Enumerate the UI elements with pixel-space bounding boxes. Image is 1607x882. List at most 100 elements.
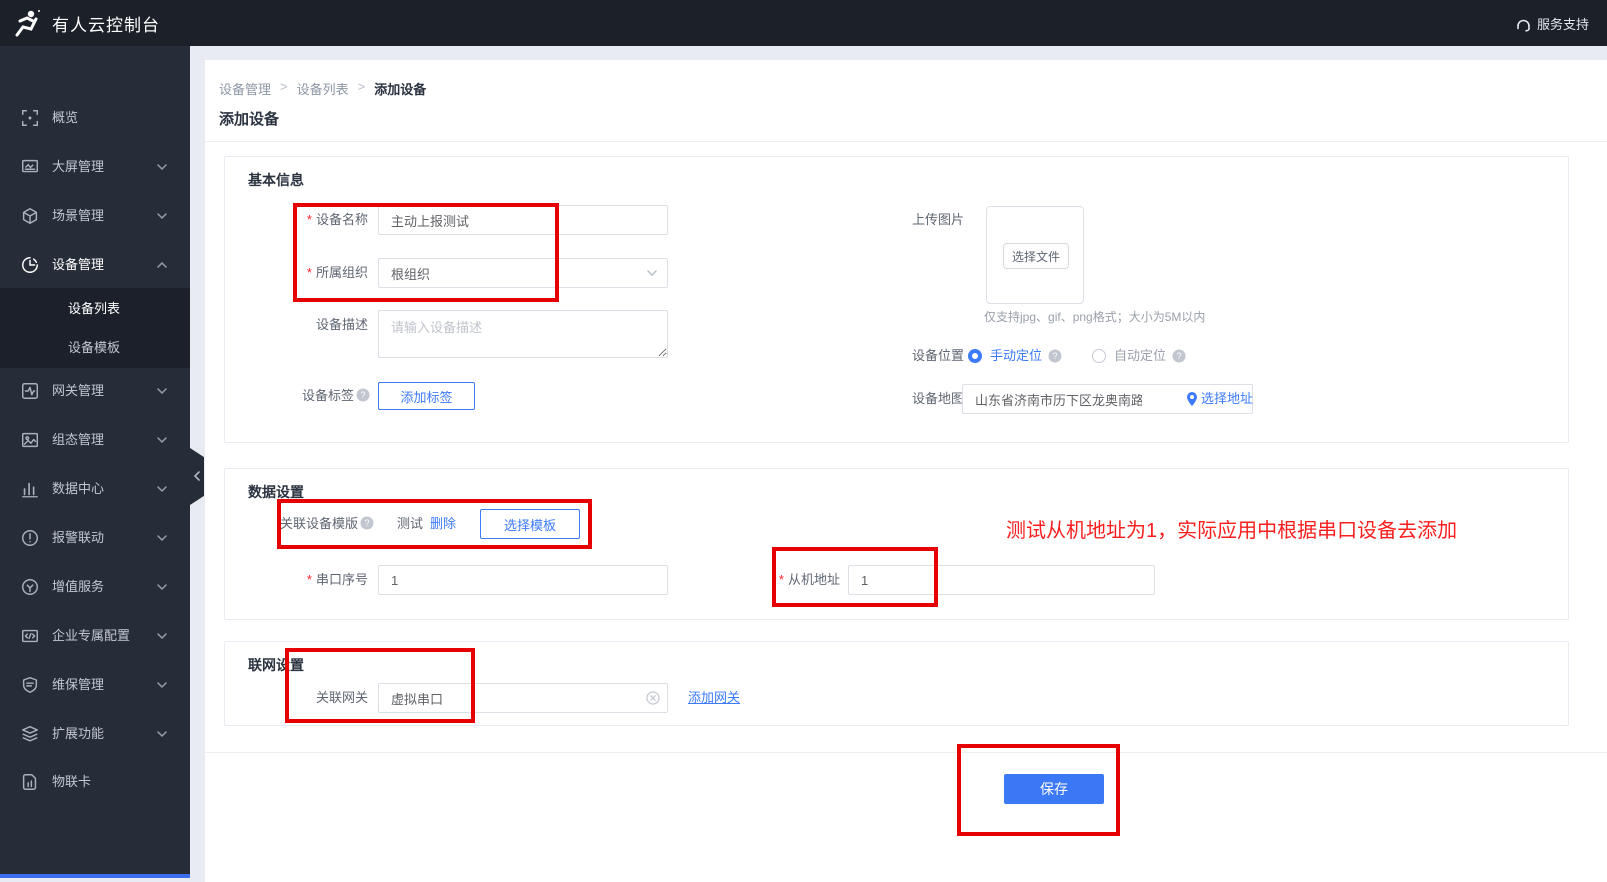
manual-location-option[interactable]: 手动定位 <box>990 341 1042 371</box>
device-tag-label: 设备标签 ? <box>238 382 370 410</box>
help-icon: ? <box>356 388 370 402</box>
sidebar-item-scada[interactable]: 组态管理 <box>0 426 190 454</box>
breadcrumb-add-device: 添加设备 <box>374 82 427 97</box>
app-title: 有人云控制台 <box>52 16 160 35</box>
add-gateway-link[interactable]: 添加网关 <box>688 683 740 713</box>
sidebar-item-enterprise-config[interactable]: 企业专属配置 <box>0 622 190 650</box>
add-tag-button[interactable]: 添加标签 <box>378 382 475 410</box>
serial-port-input[interactable] <box>378 565 668 595</box>
chevron-down-icon <box>156 210 168 222</box>
title-divider <box>205 141 1607 142</box>
auto-location-radio[interactable] <box>1092 349 1106 363</box>
sidebar-item-data-center[interactable]: 数据中心 <box>0 475 190 503</box>
svg-text:?: ? <box>360 390 365 400</box>
enterprise-config-icon <box>20 626 40 646</box>
choose-address-link[interactable]: 选择地址 <box>1201 384 1253 414</box>
upload-image-dropzone[interactable]: 选择文件 <box>986 206 1084 304</box>
service-support-button[interactable]: 服务支持 <box>1515 14 1589 33</box>
upload-hint: 仅支持jpg、gif、png格式；大小为5M以内 <box>984 310 1206 324</box>
device-icon <box>20 255 40 275</box>
sidebar-collapse-toggle[interactable] <box>190 448 204 505</box>
sidebar-item-scene[interactable]: 场景管理 <box>0 202 190 230</box>
scada-icon <box>20 430 40 450</box>
select-template-button[interactable]: 选择模板 <box>480 509 580 539</box>
page-title: 添加设备 <box>219 111 280 128</box>
chevron-down-icon <box>156 161 168 173</box>
topbar: 有人云控制台 服务支持 <box>0 0 1607 46</box>
device-submenu: 设备列表 设备模板 <box>0 288 190 368</box>
sidebar-item-big-screen[interactable]: 大屏管理 <box>0 153 190 181</box>
iot-card-icon <box>20 772 40 792</box>
chevron-down-icon <box>156 679 168 691</box>
device-name-input[interactable] <box>378 205 668 235</box>
red-annotation-text: 测试从机地址为1，实际应用中根据串口设备去添加 <box>1006 520 1458 542</box>
breadcrumb: 设备管理 > 设备列表 > 添加设备 <box>219 79 426 98</box>
delete-template-link[interactable]: 删除 <box>430 509 456 539</box>
breadcrumb-device-list[interactable]: 设备列表 <box>297 79 349 98</box>
breadcrumb-device-management[interactable]: 设备管理 <box>219 79 271 98</box>
basic-info-title: 基本信息 <box>248 172 304 188</box>
data-settings-card: 数据设置 <box>224 468 1569 620</box>
service-support-label: 服务支持 <box>1536 17 1589 32</box>
slave-address-label: * 从机地址 <box>778 572 840 587</box>
help-icon: ? <box>1048 349 1062 363</box>
help-icon: ? <box>1172 349 1186 363</box>
value-service-icon <box>20 577 40 597</box>
gateway-select[interactable] <box>378 683 668 713</box>
auto-location-option[interactable]: 自动定位 <box>1114 341 1166 371</box>
sidebar-subitem-device-template[interactable]: 设备模板 <box>0 334 190 362</box>
device-map-label: 设备地图 <box>911 391 964 406</box>
save-button[interactable]: 保存 <box>1004 774 1104 804</box>
chevron-left-icon <box>193 471 200 481</box>
sidebar-item-maintenance[interactable]: 维保管理 <box>0 671 190 699</box>
sidebar-item-device[interactable]: 设备管理 <box>0 251 190 279</box>
maintenance-icon <box>20 675 40 695</box>
chevron-down-icon <box>156 581 168 593</box>
svg-text:?: ? <box>1052 351 1057 361</box>
slave-address-input[interactable] <box>848 565 1155 595</box>
big-screen-icon <box>20 157 40 177</box>
headset-icon <box>1517 19 1530 32</box>
sidebar: 概览 大屏管理 场景管理 设备管理 设备列表 设备模板 网关管理 组态管理 数据… <box>0 46 190 878</box>
chevron-down-icon <box>156 532 168 544</box>
data-settings-title: 数据设置 <box>248 484 304 500</box>
breadcrumb-separator: > <box>280 79 288 94</box>
overview-icon <box>20 108 40 128</box>
chevron-down-icon <box>646 267 658 279</box>
organization-select[interactable] <box>378 258 668 288</box>
sidebar-item-alarm[interactable]: 报警联动 <box>0 524 190 552</box>
svg-text:?: ? <box>1176 351 1181 361</box>
svg-text:?: ? <box>365 518 370 528</box>
serial-port-label: * 串口序号 <box>306 572 368 587</box>
chevron-down-icon <box>156 630 168 642</box>
add-device-page: 有人云控制台 服务支持 概览 大屏管理 场景管理 设备管理 设备列表 设备模板 … <box>0 0 1607 882</box>
chevron-down-icon <box>156 434 168 446</box>
location-pin-icon <box>1186 392 1198 406</box>
chevron-down-icon <box>156 385 168 397</box>
footer-divider <box>205 752 1607 753</box>
breadcrumb-separator: > <box>357 79 366 94</box>
template-label: 关联设备模版 ? <box>280 509 374 539</box>
sidebar-subitem-device-list[interactable]: 设备列表 <box>0 295 190 323</box>
clear-icon[interactable] <box>646 691 660 705</box>
upload-image-label: 上传图片 <box>911 212 964 227</box>
manual-location-radio[interactable] <box>968 349 982 363</box>
device-location-label: 设备位置 <box>911 348 964 363</box>
sidebar-item-extension[interactable]: 扩展功能 <box>0 720 190 748</box>
sidebar-item-overview[interactable]: 概览 <box>0 104 190 132</box>
usr-cloud-logo-icon <box>12 8 42 38</box>
sidebar-item-gateway[interactable]: 网关管理 <box>0 377 190 405</box>
device-desc-textarea[interactable] <box>378 310 668 358</box>
chevron-down-icon <box>156 483 168 495</box>
choose-file-button[interactable]: 选择文件 <box>1003 243 1069 269</box>
network-settings-title: 联网设置 <box>248 657 304 673</box>
data-center-icon <box>20 479 40 499</box>
device-desc-label: 设备描述 <box>315 317 368 332</box>
chevron-up-icon <box>156 259 168 271</box>
organization-label: * 所属组织 <box>306 265 368 280</box>
alarm-icon <box>20 528 40 548</box>
extension-icon <box>20 724 40 744</box>
device-name-label: * 设备名称 <box>306 212 368 227</box>
sidebar-item-value-service[interactable]: 增值服务 <box>0 573 190 601</box>
sidebar-item-iot-card[interactable]: 物联卡 <box>0 768 190 796</box>
